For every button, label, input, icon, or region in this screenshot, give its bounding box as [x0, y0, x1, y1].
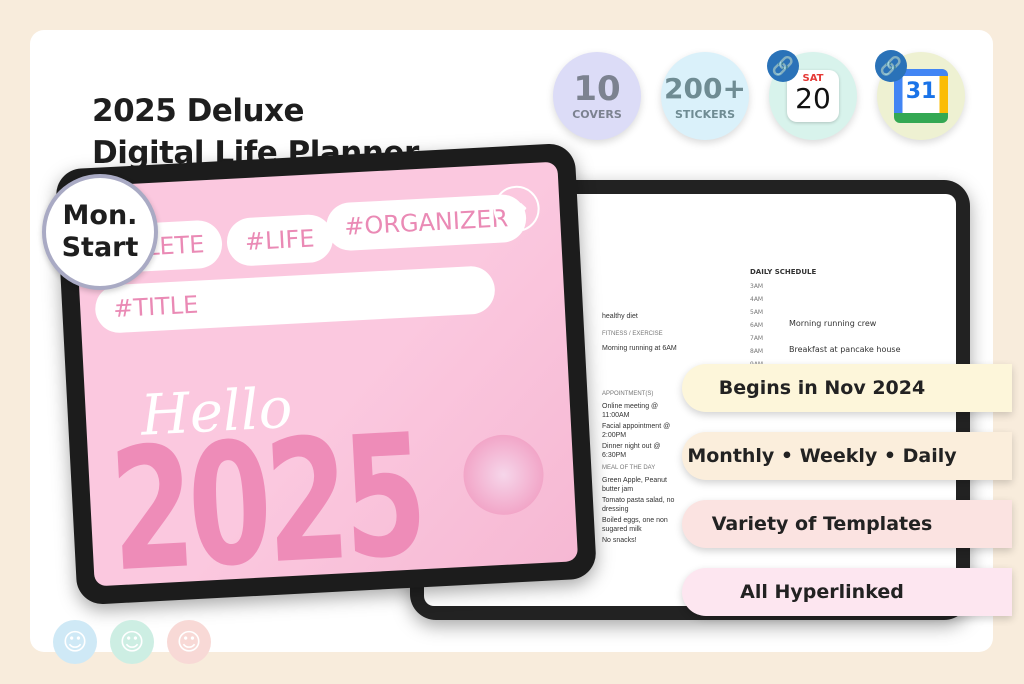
tag-title: #TITLE — [94, 265, 497, 334]
title-line1: 2025 Deluxe — [92, 93, 305, 129]
smiley-icon: ☺ — [167, 620, 211, 664]
feature-pill: All Hyperlinked — [682, 568, 1012, 616]
schedule-entry: Breakfast at pancake house — [789, 345, 901, 354]
google-calendar-badge: 31 🔗 — [875, 50, 965, 140]
appointments-label: APPOINTMENT(S) — [602, 391, 654, 397]
time: 3AM — [750, 283, 764, 290]
apple-calendar-badge: SAT 20 🔗 — [767, 50, 857, 140]
meal: No snacks! — [602, 537, 637, 544]
smiley-icon: ☺ — [53, 620, 97, 664]
fitness-label: FITNESS / EXERCISE — [602, 331, 663, 337]
meal: Tomato pasta salad, no dressing — [602, 497, 675, 513]
time: 8AM — [750, 348, 764, 355]
schedule-label: DAILY SCHEDULE — [750, 268, 817, 276]
time: 5AM — [750, 309, 764, 316]
smiley-icon: ☺ — [110, 620, 154, 664]
time: 7AM — [750, 335, 764, 342]
calendar-date: 20 — [795, 82, 831, 115]
time: 4AM — [750, 296, 764, 303]
stickers-count: 200+ — [664, 71, 746, 105]
meal: Boiled eggs, one non sugared milk — [602, 517, 668, 533]
covers-label: COVERS — [572, 107, 622, 121]
covers-count: 10 — [573, 68, 621, 109]
feature-pill: Monthly • Weekly • Daily — [682, 432, 1012, 480]
meal-label: MEAL OF THE DAY — [602, 465, 656, 471]
meal-list: Green Apple, Peanut butter jam Tomato pa… — [602, 476, 678, 547]
link-icon: 🔗 — [767, 50, 799, 82]
start-label: Start — [61, 232, 139, 263]
mon-label: Mon. — [62, 200, 138, 231]
time-list: 3AM 4AM 5AM 6AM 7AM 8AM 9AM — [750, 280, 763, 371]
meal: Green Apple, Peanut butter jam — [602, 477, 667, 493]
mon-start-badge: Mon. Start — [42, 174, 158, 290]
cover-hello: Hello — [139, 375, 294, 449]
goal-text: healthy diet — [602, 313, 638, 320]
link-icon: 🔗 — [875, 50, 907, 82]
feature-pill: Variety of Templates — [682, 500, 1012, 548]
feature-pill: Begins in Nov 2024 — [682, 364, 1012, 412]
time: 6AM — [750, 322, 764, 329]
gcal-date: 31 — [905, 78, 937, 104]
appointment: Dinner night out @ 6:30PM — [602, 443, 661, 459]
apple-calendar-icon: SAT 20 — [787, 70, 839, 122]
appointment: Facial appointment @ 2:00PM — [602, 423, 671, 439]
stickers-label: STICKERS — [674, 107, 736, 121]
appointment: Online meeting @ 11:00AM — [602, 403, 659, 419]
stickers-badge: 200+ STICKERS — [661, 52, 749, 140]
covers-badge: 10 COVERS — [553, 52, 641, 140]
schedule-entry: Morning running crew — [789, 319, 877, 328]
appointments-list: Online meeting @ 11:00AM Facial appointm… — [602, 402, 678, 462]
fitness-text: Morning running at 6AM — [602, 345, 677, 352]
heart-sticker-icon — [461, 432, 546, 517]
tag-life: #LIFE — [225, 213, 334, 267]
